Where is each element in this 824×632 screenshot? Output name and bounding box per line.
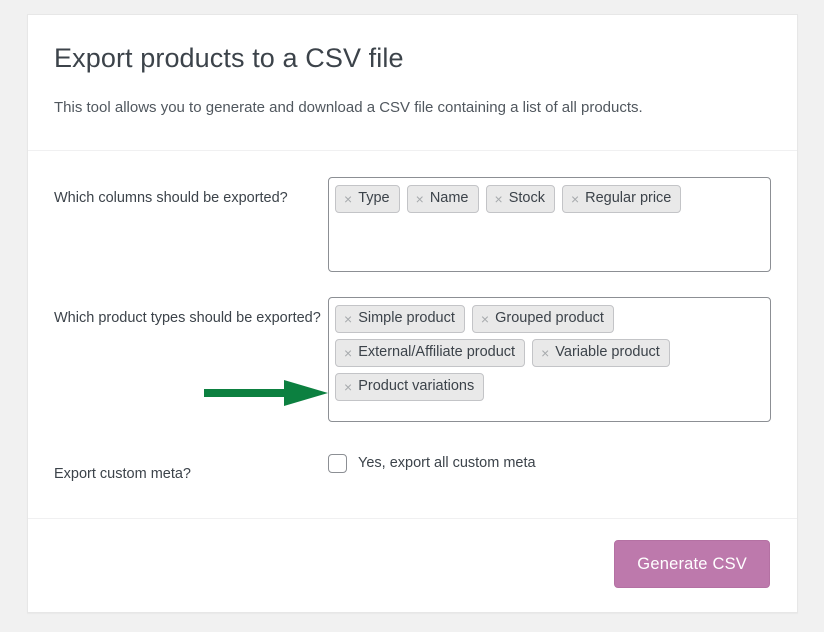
- custom-meta-checkbox-row: Yes, export all custom meta: [328, 453, 771, 473]
- remove-icon[interactable]: ×: [481, 312, 489, 326]
- chip-simple-product[interactable]: × Simple product: [335, 305, 465, 333]
- chip-label: Type: [358, 190, 390, 206]
- remove-icon[interactable]: ×: [495, 192, 503, 206]
- custom-meta-label: Export custom meta?: [54, 466, 191, 482]
- product-types-select[interactable]: × Simple product × Grouped product × Ext…: [328, 297, 771, 422]
- remove-icon[interactable]: ×: [571, 192, 579, 206]
- columns-label: Which columns should be exported?: [54, 190, 288, 206]
- product-types-chip-list: × Simple product × Grouped product × Ext…: [335, 305, 764, 401]
- chip-label: Stock: [508, 190, 545, 206]
- columns-field: × Type × Name × Stock × Regular price: [328, 177, 771, 272]
- chip-label: Variable product: [555, 344, 660, 360]
- chip-external-affiliate-product[interactable]: × External/Affiliate product: [335, 339, 526, 367]
- columns-chip-list: × Type × Name × Stock × Regular price: [335, 185, 764, 213]
- remove-icon[interactable]: ×: [416, 192, 424, 206]
- chip-grouped-product[interactable]: × Grouped product: [471, 305, 614, 333]
- remove-icon[interactable]: ×: [344, 312, 352, 326]
- remove-icon[interactable]: ×: [541, 346, 549, 360]
- export-form: Which columns should be exported? × Type…: [28, 151, 797, 518]
- custom-meta-checkbox[interactable]: [328, 454, 347, 473]
- custom-meta-checkbox-label[interactable]: Yes, export all custom meta: [358, 454, 536, 473]
- chip-label: Simple product: [358, 310, 455, 326]
- chip-name[interactable]: × Name: [406, 185, 479, 213]
- chip-label: Product variations: [358, 378, 475, 394]
- generate-csv-button[interactable]: Generate CSV: [614, 540, 770, 588]
- export-products-page: Export products to a CSV file This tool …: [0, 0, 824, 632]
- chip-type[interactable]: × Type: [335, 185, 400, 213]
- card-footer: Generate CSV: [28, 519, 797, 610]
- chip-label: Name: [429, 190, 469, 206]
- chip-regular-price[interactable]: × Regular price: [561, 185, 682, 213]
- product-types-field: × Simple product × Grouped product × Ext…: [328, 297, 771, 422]
- chip-product-variations[interactable]: × Product variations: [335, 373, 485, 401]
- remove-icon[interactable]: ×: [344, 380, 352, 394]
- remove-icon[interactable]: ×: [344, 346, 352, 360]
- chip-label: External/Affiliate product: [358, 344, 516, 360]
- columns-select[interactable]: × Type × Name × Stock × Regular price: [328, 177, 771, 272]
- page-title: Export products to a CSV file: [54, 43, 404, 73]
- chip-label: Grouped product: [495, 310, 604, 326]
- remove-icon[interactable]: ×: [344, 192, 352, 206]
- form-row-product-types: Which product types should be exported? …: [54, 272, 771, 422]
- page-description: This tool allows you to generate and dow…: [54, 99, 643, 116]
- card-header: Export products to a CSV file This tool …: [28, 15, 797, 119]
- form-row-columns: Which columns should be exported? × Type…: [54, 151, 771, 272]
- custom-meta-field: Yes, export all custom meta: [328, 453, 771, 473]
- chip-stock[interactable]: × Stock: [485, 185, 555, 213]
- product-types-label: Which product types should be exported?: [54, 310, 321, 326]
- form-row-custom-meta: Export custom meta? Yes, export all cust…: [54, 422, 771, 518]
- chip-variable-product[interactable]: × Variable product: [532, 339, 670, 367]
- chip-label: Regular price: [585, 190, 672, 206]
- export-card: Export products to a CSV file This tool …: [27, 14, 798, 613]
